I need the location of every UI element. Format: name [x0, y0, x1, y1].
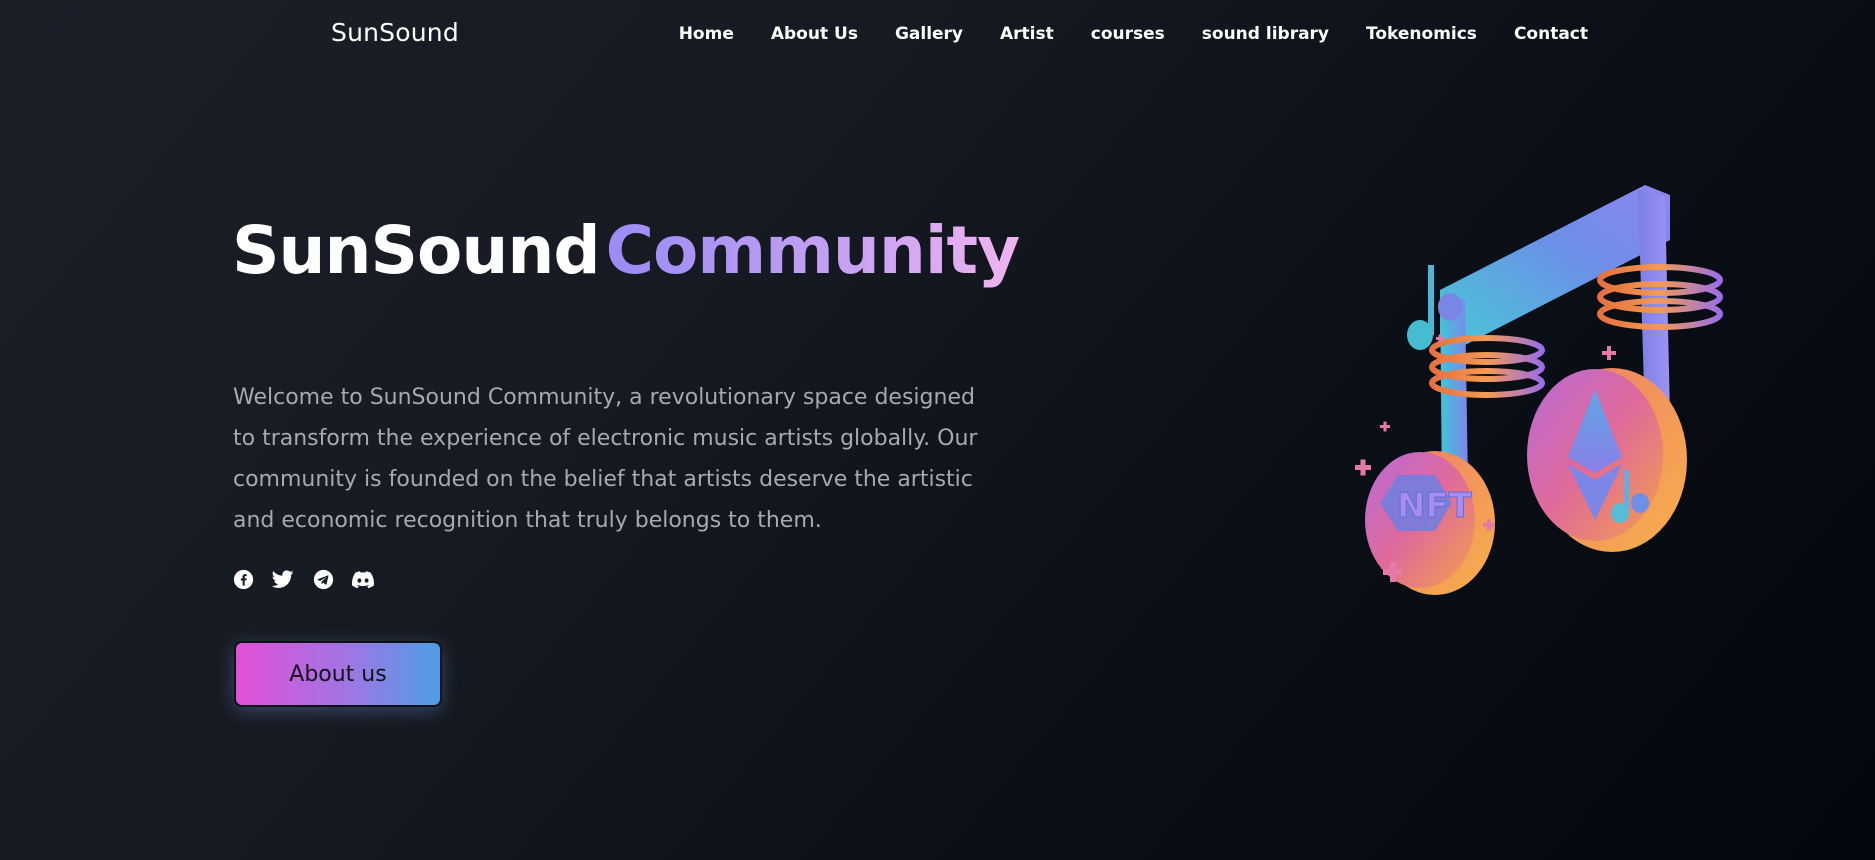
discord-icon[interactable]: [352, 568, 374, 590]
landing-page: SunSound Home About Us Gallery Artist co…: [0, 0, 1875, 860]
nav-link-about-us[interactable]: About Us: [771, 24, 858, 44]
about-us-button[interactable]: About us: [234, 641, 442, 707]
hero-title-primary: SunSound: [232, 212, 601, 289]
nav-link-gallery[interactable]: Gallery: [895, 24, 963, 44]
social-links: [232, 568, 374, 590]
nav-link-home[interactable]: Home: [679, 24, 734, 44]
navbar: SunSound Home About Us Gallery Artist co…: [0, 0, 1875, 75]
twitter-icon[interactable]: [272, 568, 294, 590]
brand-logo[interactable]: SunSound: [331, 18, 459, 47]
telegram-icon[interactable]: [312, 568, 334, 590]
nav-link-artist[interactable]: Artist: [1000, 24, 1054, 44]
nav-menu: Home About Us Gallery Artist courses sou…: [679, 24, 1588, 44]
nav-link-contact[interactable]: Contact: [1514, 24, 1588, 44]
nav-link-courses[interactable]: courses: [1091, 24, 1165, 44]
hero-title-accent: Community: [605, 212, 1020, 289]
hero-description: Welcome to SunSound Community, a revolut…: [233, 385, 978, 533]
music-note-nft-illustration: NFT: [1340, 185, 1730, 605]
facebook-icon[interactable]: [232, 568, 254, 590]
hero-title: SunSoundCommunity: [232, 212, 1020, 289]
nft-badge-text: NFT: [1397, 486, 1473, 526]
nav-link-sound-library[interactable]: sound library: [1202, 24, 1329, 44]
nav-link-tokenomics[interactable]: Tokenomics: [1366, 24, 1477, 44]
